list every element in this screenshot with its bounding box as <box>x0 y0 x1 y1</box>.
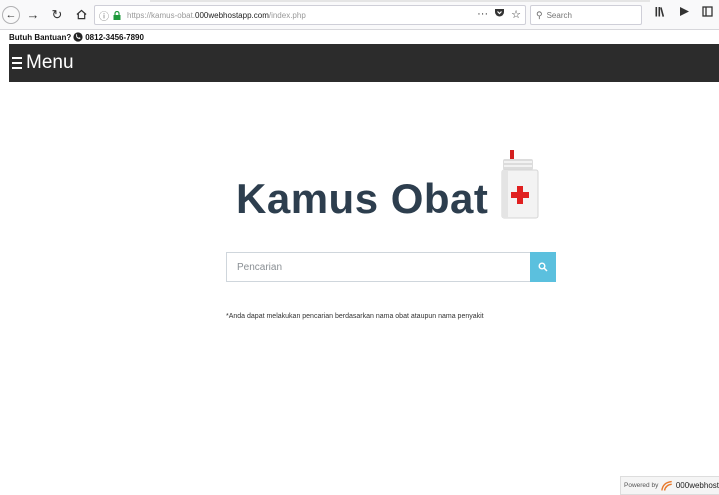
powered-by-badge[interactable]: Powered by 000webhost <box>620 476 719 495</box>
forward-icon[interactable]: → <box>22 4 44 26</box>
lock-icon[interactable] <box>111 10 123 20</box>
menu-label: Menu <box>26 52 74 73</box>
reload-icon[interactable]: ↻ <box>46 4 68 26</box>
search-icon <box>538 262 548 272</box>
pocket-icon[interactable] <box>494 8 505 21</box>
info-icon[interactable]: ⓘ <box>99 8 111 23</box>
phone-icon <box>73 32 83 42</box>
search-hint: *Anda dapat melakukan pencarian berdasar… <box>226 313 484 320</box>
bookmark-star-icon[interactable]: ☆ <box>511 8 521 21</box>
menu-button[interactable]: Menu <box>9 52 74 74</box>
medicine-book-icon <box>501 150 539 219</box>
search-icon: ⚲ <box>536 9 543 20</box>
url-prefix: https://kamus-obat. <box>127 10 196 20</box>
home-icon[interactable] <box>70 4 92 26</box>
browser-search-input[interactable] <box>546 10 637 20</box>
powered-label: Powered by <box>624 482 659 489</box>
url-text[interactable]: https://kamus-obat.000webhostapp.com/ind… <box>127 11 306 20</box>
help-label: Butuh Bantuan? <box>9 32 72 42</box>
reader-icon[interactable] <box>702 6 713 20</box>
help-phone[interactable]: 0812-3456-7890 <box>85 33 144 42</box>
url-path: /index.php <box>268 10 306 20</box>
library-icon[interactable] <box>655 6 667 20</box>
url-domain: 000webhostapp.com <box>195 10 269 20</box>
powered-brand: 000webhost <box>675 481 719 490</box>
search-form <box>226 252 556 282</box>
address-bar[interactable]: ⓘ https://kamus-obat.000webhostapp.com/i… <box>94 5 526 25</box>
page-actions-icon[interactable]: ··· <box>477 8 488 21</box>
tab-strip <box>150 0 650 2</box>
url-actions: ··· ☆ <box>477 8 521 21</box>
host-logo-icon <box>661 480 673 491</box>
browser-search-box[interactable]: ⚲ <box>530 5 642 25</box>
sidebar-icon[interactable] <box>679 6 690 20</box>
hamburger-icon <box>12 57 22 69</box>
toolbar-right <box>655 6 713 20</box>
navbar: Menu <box>9 44 719 82</box>
site-logo: Kamus Obat <box>236 150 540 222</box>
help-contact: Butuh Bantuan? 0812-3456-7890 <box>9 32 144 42</box>
search-button[interactable] <box>530 252 556 282</box>
back-icon[interactable]: ← <box>2 5 20 24</box>
search-input[interactable] <box>226 252 530 282</box>
browser-toolbar: ← → ↻ ⓘ https://kamus-obat.000webhostapp… <box>0 0 719 30</box>
logo-title: Kamus Obat <box>236 175 489 222</box>
